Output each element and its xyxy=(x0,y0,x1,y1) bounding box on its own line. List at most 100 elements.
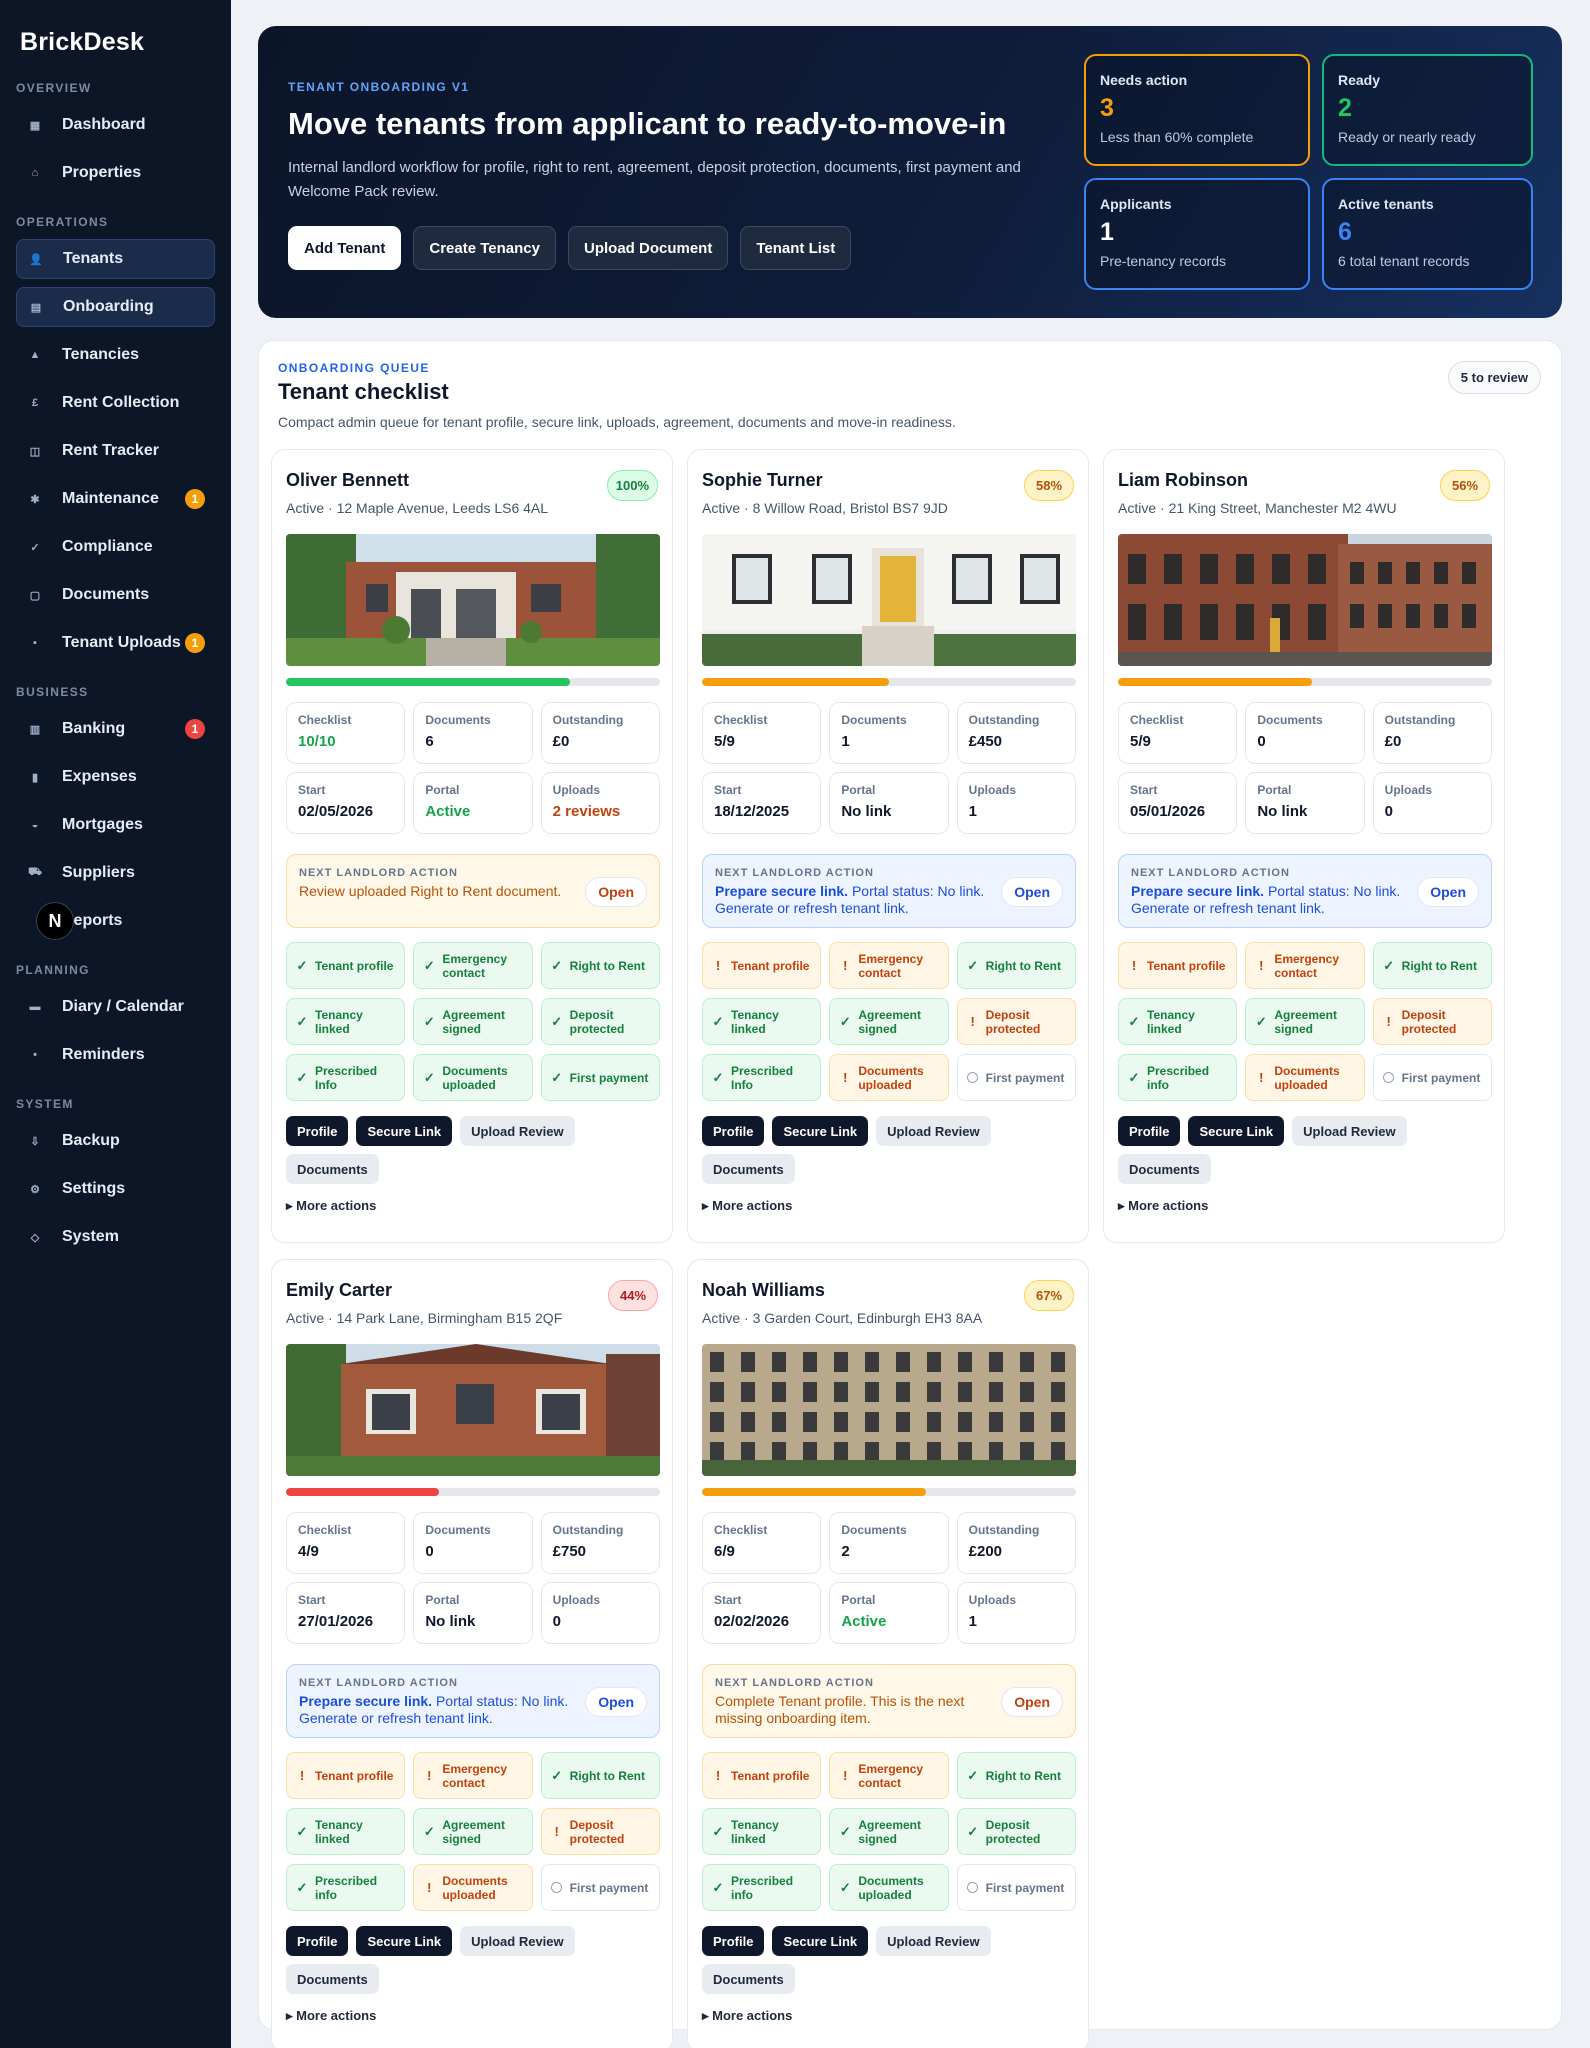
open-action-button[interactable]: Open xyxy=(1001,1687,1063,1717)
stat-needs-action[interactable]: Needs action 3 Less than 60% complete xyxy=(1084,54,1310,166)
profile-button[interactable]: Profile xyxy=(702,1926,765,1956)
checklist-item[interactable]: ! Emergency contact xyxy=(1245,942,1365,989)
sidebar-item-onboarding[interactable]: ▤ Onboarding xyxy=(16,287,215,327)
checklist-item[interactable]: ! Tenant profile xyxy=(702,1752,822,1799)
tenant-list-button[interactable]: Tenant List xyxy=(740,226,852,270)
checklist-item[interactable]: ✓ Prescribed info xyxy=(1118,1054,1238,1101)
profile-button[interactable]: Profile xyxy=(286,1116,349,1146)
checklist-item[interactable]: ✓ Prescribed info xyxy=(702,1864,822,1911)
checklist-item[interactable]: ✓ Agreement signed xyxy=(829,1808,949,1855)
checklist-item[interactable]: ! Documents uploaded xyxy=(413,1864,533,1911)
sidebar-item-documents[interactable]: ▢ Documents xyxy=(16,575,215,615)
profile-button[interactable]: Profile xyxy=(286,1926,349,1956)
secure-link-button[interactable]: Secure Link xyxy=(772,1116,869,1146)
sidebar-item-backup[interactable]: ⇩ Backup xyxy=(16,1121,215,1161)
checklist-item[interactable]: ✓ Prescribed info xyxy=(286,1864,406,1911)
documents-button[interactable]: Documents xyxy=(702,1154,795,1184)
checklist-item[interactable]: First payment xyxy=(956,1864,1076,1911)
sidebar-item-rent-tracker[interactable]: ◫ Rent Tracker xyxy=(16,431,215,471)
checklist-item[interactable]: ✓ Emergency contact xyxy=(413,942,533,989)
more-actions-toggle[interactable]: ▸ More actions xyxy=(1118,1198,1208,1214)
stat-ready[interactable]: Ready 2 Ready or nearly ready xyxy=(1322,54,1533,166)
checklist-item[interactable]: ! Tenant profile xyxy=(1118,942,1238,989)
checklist-item[interactable]: ✓ Tenant profile xyxy=(286,942,406,989)
checklist-item[interactable]: ✓ Tenancy linked xyxy=(702,998,822,1045)
open-action-button[interactable]: Open xyxy=(585,877,647,907)
sidebar-item-mortgages[interactable]: ◒ Mortgages xyxy=(16,805,215,845)
checklist-item[interactable]: ✓ Agreement signed xyxy=(1245,998,1365,1045)
sidebar-item-diary-calendar[interactable]: ▬ Diary / Calendar xyxy=(16,987,215,1027)
documents-button[interactable]: Documents xyxy=(702,1964,795,1994)
more-actions-toggle[interactable]: ▸ More actions xyxy=(286,1198,376,1214)
documents-button[interactable]: Documents xyxy=(286,1964,379,1994)
review-count-badge[interactable]: 5 to review xyxy=(1447,361,1541,394)
upload-review-button[interactable]: Upload Review xyxy=(876,1926,991,1956)
profile-button[interactable]: Profile xyxy=(1118,1116,1181,1146)
checklist-item[interactable]: ✓ Right to Rent xyxy=(1372,942,1492,989)
checklist-item[interactable]: ✓ Right to Rent xyxy=(540,942,660,989)
checklist-item[interactable]: ✓ Tenancy linked xyxy=(286,998,406,1045)
sidebar-item-tenants[interactable]: 👤 Tenants xyxy=(16,239,215,279)
tenant-name[interactable]: Emily Carter xyxy=(286,1280,392,1301)
upload-document-button[interactable]: Upload Document xyxy=(568,226,729,270)
sidebar-item-maintenance[interactable]: ✱ Maintenance 1 xyxy=(16,479,215,519)
checklist-item[interactable]: First payment xyxy=(540,1864,660,1911)
profile-button[interactable]: Profile xyxy=(702,1116,765,1146)
checklist-item[interactable]: ! Emergency contact xyxy=(829,1752,949,1799)
checklist-item[interactable]: ✓ Documents uploaded xyxy=(829,1864,949,1911)
brand-logo[interactable]: BrickDesk xyxy=(20,28,215,57)
sidebar-item-banking[interactable]: ▥ Banking 1 xyxy=(16,709,215,749)
sidebar-item-reminders[interactable]: • Reminders xyxy=(16,1035,215,1075)
checklist-item[interactable]: ✓ Agreement signed xyxy=(413,998,533,1045)
sidebar-item-rent-collection[interactable]: £ Rent Collection xyxy=(16,383,215,423)
sidebar-item-dashboard[interactable]: ▦ Dashboard xyxy=(16,105,215,145)
more-actions-toggle[interactable]: ▸ More actions xyxy=(702,1198,792,1214)
checklist-item[interactable]: ✓ Deposit protected xyxy=(956,1808,1076,1855)
stat-active-tenants[interactable]: Active tenants 6 6 total tenant records xyxy=(1322,178,1533,290)
checklist-item[interactable]: ✓ Prescribed Info xyxy=(702,1054,822,1101)
stat-applicants[interactable]: Applicants 1 Pre-tenancy records xyxy=(1084,178,1310,290)
more-actions-toggle[interactable]: ▸ More actions xyxy=(702,2008,792,2024)
checklist-item[interactable]: First payment xyxy=(1372,1054,1492,1101)
checklist-item[interactable]: ! Deposit protected xyxy=(540,1808,660,1855)
checklist-item[interactable]: ! Emergency contact xyxy=(829,942,949,989)
secure-link-button[interactable]: Secure Link xyxy=(356,1926,453,1956)
checklist-item[interactable]: ✓ Prescribed Info xyxy=(286,1054,406,1101)
checklist-item[interactable]: ✓ Right to Rent xyxy=(956,1752,1076,1799)
sidebar-item-reports[interactable]: ▤ReportsN xyxy=(16,901,215,941)
sidebar-item-settings[interactable]: ⚙ Settings xyxy=(16,1169,215,1209)
secure-link-button[interactable]: Secure Link xyxy=(1188,1116,1285,1146)
sidebar-item-system[interactable]: ◇ System xyxy=(16,1217,215,1257)
upload-review-button[interactable]: Upload Review xyxy=(460,1116,575,1146)
upload-review-button[interactable]: Upload Review xyxy=(460,1926,575,1956)
sidebar-item-tenant-uploads[interactable]: ▪ Tenant Uploads 1 xyxy=(16,623,215,663)
checklist-item[interactable]: ✓ Tenancy linked xyxy=(286,1808,406,1855)
sidebar-item-suppliers[interactable]: ⛟ Suppliers xyxy=(16,853,215,893)
checklist-item[interactable]: ✓ Agreement signed xyxy=(413,1808,533,1855)
checklist-item[interactable]: ! Tenant profile xyxy=(702,942,822,989)
checklist-item[interactable]: ! Documents uploaded xyxy=(1245,1054,1365,1101)
sidebar-item-compliance[interactable]: ✓ Compliance xyxy=(16,527,215,567)
checklist-item[interactable]: ! Documents uploaded xyxy=(829,1054,949,1101)
more-actions-toggle[interactable]: ▸ More actions xyxy=(286,2008,376,2024)
checklist-item[interactable]: ! Deposit protected xyxy=(1372,998,1492,1045)
sidebar-item-tenancies[interactable]: ▲ Tenancies xyxy=(16,335,215,375)
tenant-name[interactable]: Sophie Turner xyxy=(702,470,823,491)
checklist-item[interactable]: ✓ Right to Rent xyxy=(956,942,1076,989)
upload-review-button[interactable]: Upload Review xyxy=(1292,1116,1407,1146)
checklist-item[interactable]: ! Tenant profile xyxy=(286,1752,406,1799)
sidebar-item-expenses[interactable]: ▮ Expenses xyxy=(16,757,215,797)
tenant-name[interactable]: Oliver Bennett xyxy=(286,470,409,491)
documents-button[interactable]: Documents xyxy=(1118,1154,1211,1184)
upload-review-button[interactable]: Upload Review xyxy=(876,1116,991,1146)
checklist-item[interactable]: ✓ Agreement signed xyxy=(829,998,949,1045)
checklist-item[interactable]: ✓ Tenancy linked xyxy=(1118,998,1238,1045)
checklist-item[interactable]: First payment xyxy=(956,1054,1076,1101)
checklist-item[interactable]: ✓ Tenancy linked xyxy=(702,1808,822,1855)
secure-link-button[interactable]: Secure Link xyxy=(772,1926,869,1956)
open-action-button[interactable]: Open xyxy=(1001,877,1063,907)
checklist-item[interactable]: ✓ Deposit protected xyxy=(540,998,660,1045)
checklist-item[interactable]: ✓ First payment xyxy=(540,1054,660,1101)
tenant-name[interactable]: Noah Williams xyxy=(702,1280,825,1301)
sidebar-item-properties[interactable]: ⌂ Properties xyxy=(16,153,215,193)
